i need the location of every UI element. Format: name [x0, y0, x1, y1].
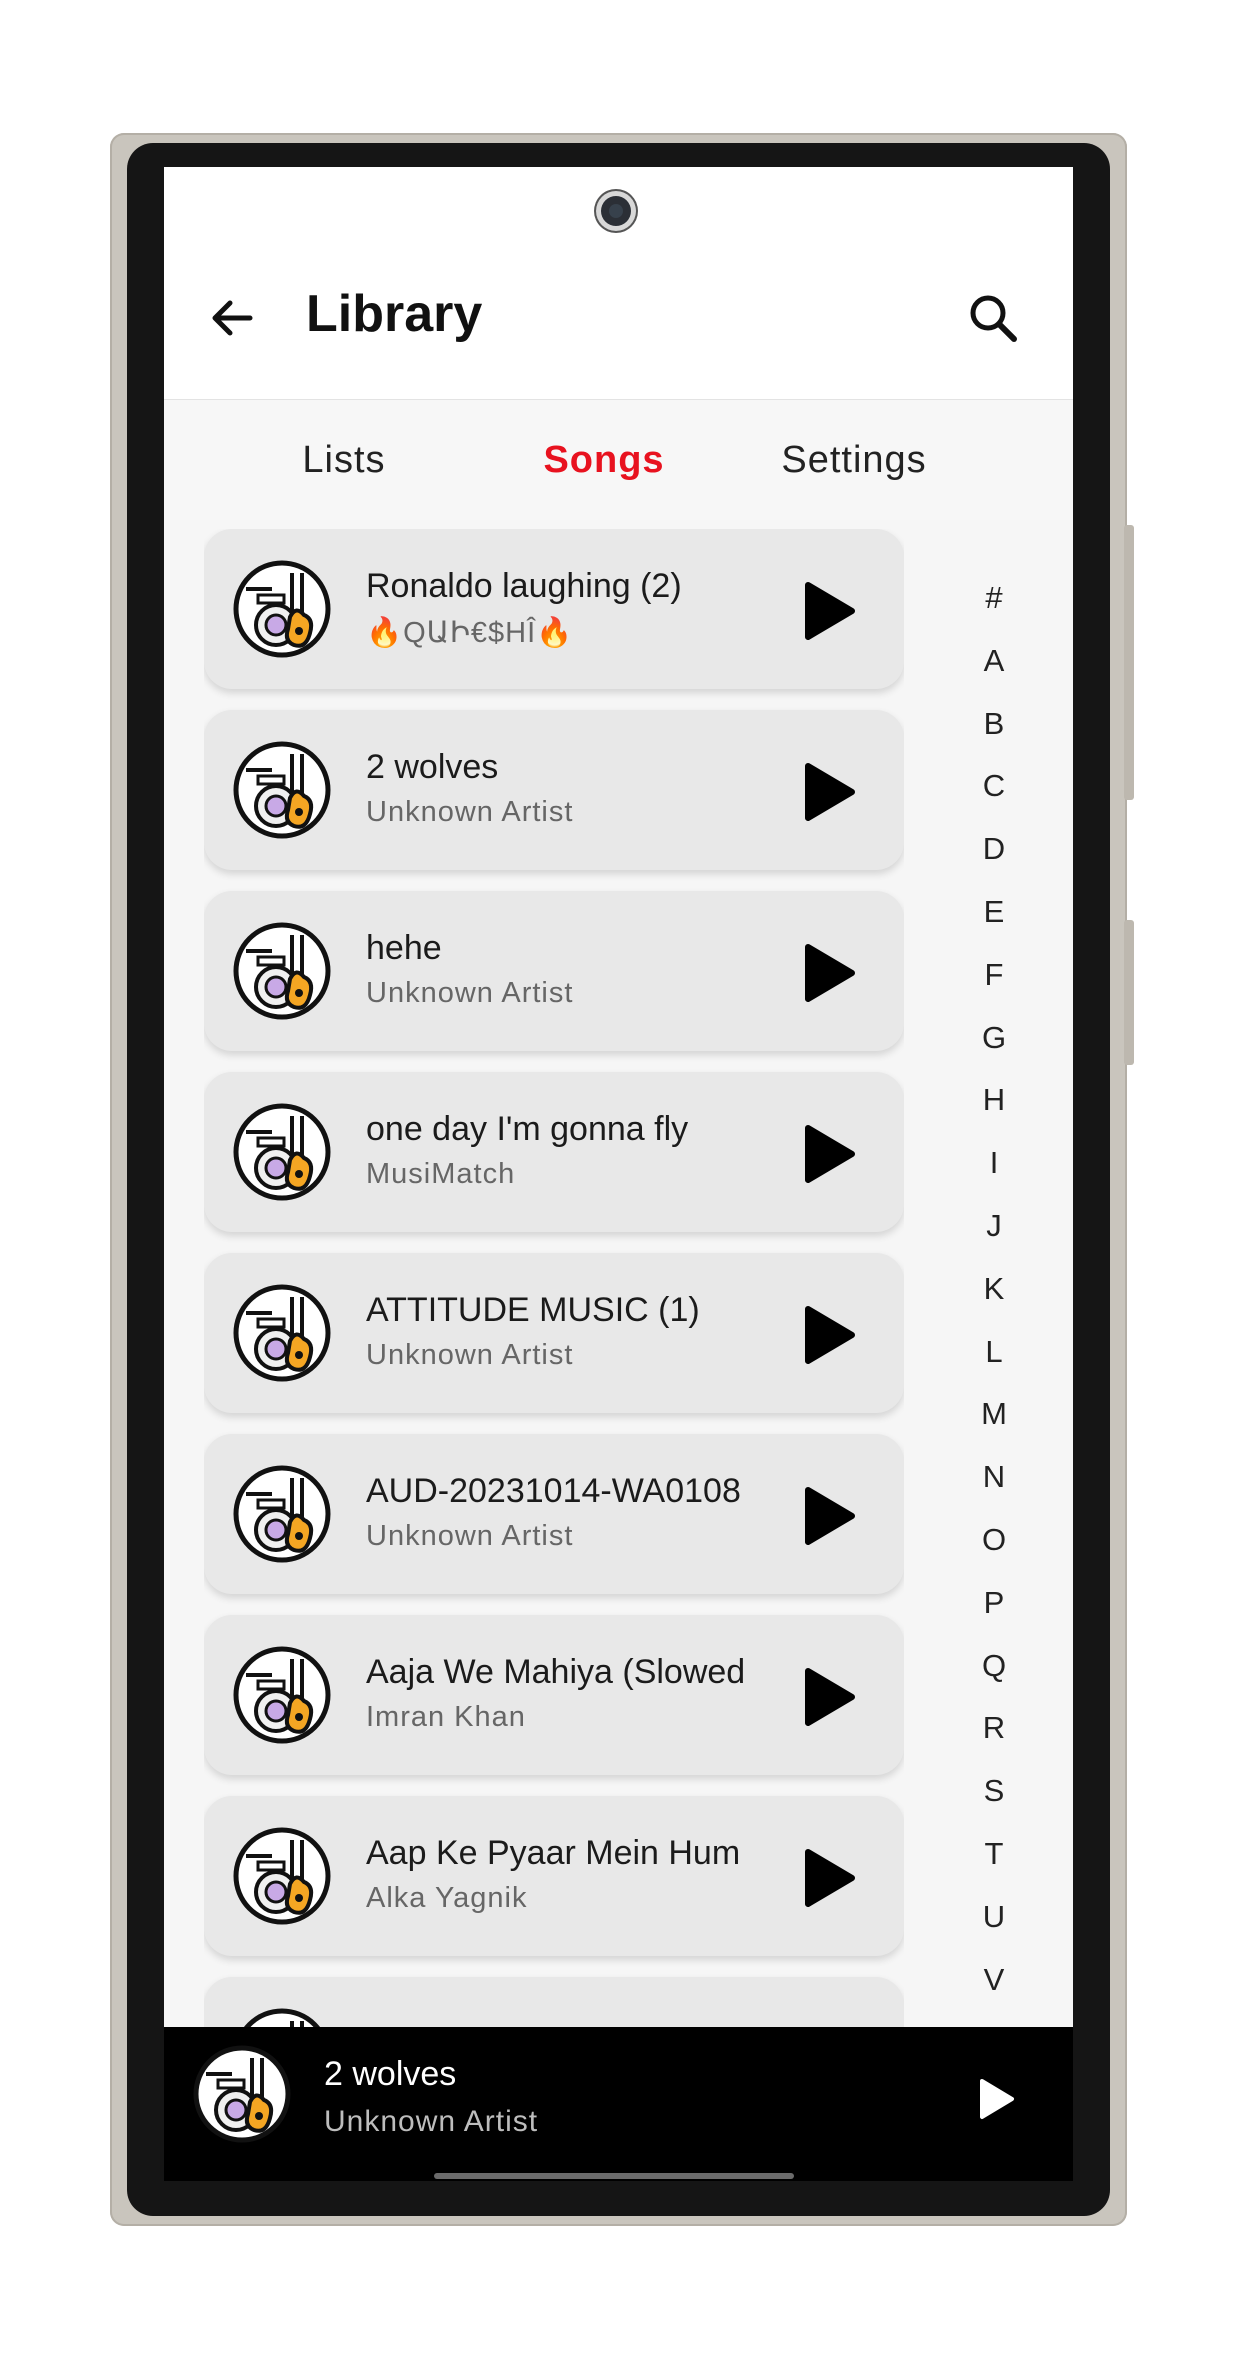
song-title: hehe — [366, 929, 442, 967]
song-title: Ronaldo laughing (2) — [366, 567, 682, 605]
alphabet-letter[interactable]: G — [964, 1007, 1024, 1070]
song-card[interactable]: AUD-20231014-WA0108 Unknown Artist — [204, 1434, 904, 1594]
screen: Library Lists Songs Settings Ronaldo lau… — [164, 167, 1073, 2181]
tab-settings[interactable]: Settings — [744, 400, 964, 520]
alphabet-letter[interactable]: # — [964, 567, 1024, 630]
alphabet-letter[interactable]: E — [964, 881, 1024, 944]
now-playing-artist: Unknown Artist — [324, 2105, 539, 2138]
alphabet-letter[interactable]: D — [964, 818, 1024, 881]
alphabet-index[interactable]: # A B C D E F G H I J K L M N O P Q R S T U V — [964, 567, 1024, 2011]
mini-player[interactable]: 2 wolves Unknown Artist — [164, 2027, 1073, 2181]
song-artist: MusiMatch — [366, 1158, 516, 1190]
alphabet-letter[interactable]: U — [964, 1886, 1024, 1949]
alphabet-letter[interactable]: S — [964, 1760, 1024, 1823]
alphabet-letter[interactable]: L — [964, 1321, 1024, 1384]
alphabet-letter[interactable]: F — [964, 944, 1024, 1007]
front-camera — [596, 191, 636, 231]
music-instruments-icon — [232, 1464, 332, 1564]
song-title: 2 wolves — [366, 748, 499, 786]
play-icon[interactable] — [800, 1665, 860, 1729]
song-card[interactable]: ATTITUDE MUSIC (1) Unknown Artist — [204, 1253, 904, 1413]
song-artist: Unknown Artist — [366, 1520, 574, 1552]
song-card[interactable]: hehe Unknown Artist — [204, 891, 904, 1051]
app-bar: Library — [164, 167, 1073, 400]
song-title: AUD-20231014-WA0108 — [366, 1472, 741, 1510]
song-artist: Imran Khan — [366, 1701, 526, 1733]
song-title: one day I'm gonna fly — [366, 1110, 689, 1148]
song-list[interactable]: Ronaldo laughing (2) 🔥QԱԻ€$HÎ🔥 2 wolves Unk… — [204, 529, 904, 2174]
music-instruments-icon — [232, 921, 332, 1021]
alphabet-letter[interactable]: K — [964, 1258, 1024, 1321]
alphabet-letter[interactable]: M — [964, 1383, 1024, 1446]
search-icon[interactable] — [966, 291, 1020, 345]
play-icon[interactable] — [800, 1122, 860, 1186]
play-icon[interactable] — [800, 579, 860, 643]
play-icon[interactable] — [800, 760, 860, 824]
page-title: Library — [306, 285, 483, 343]
volume-button — [1124, 525, 1134, 800]
power-button — [1124, 920, 1134, 1065]
tab-songs[interactable]: Songs — [504, 400, 704, 520]
alphabet-letter[interactable]: P — [964, 1572, 1024, 1635]
alphabet-letter[interactable]: A — [964, 630, 1024, 693]
song-title: Aaja We Mahiya (Slowed — [366, 1653, 746, 1691]
song-card[interactable]: one day I'm gonna fly MusiMatch — [204, 1072, 904, 1232]
home-indicator — [434, 2173, 794, 2179]
play-icon[interactable] — [800, 1484, 860, 1548]
alphabet-letter[interactable]: T — [964, 1823, 1024, 1886]
music-instruments-icon — [232, 740, 332, 840]
song-artist: Alka Yagnik — [366, 1882, 528, 1914]
song-card[interactable]: Ronaldo laughing (2) 🔥QԱԻ€$HÎ🔥 — [204, 529, 904, 689]
tab-bar: Lists Songs Settings — [164, 400, 1073, 520]
play-icon[interactable] — [800, 941, 860, 1005]
song-artist: Unknown Artist — [366, 977, 574, 1009]
alphabet-letter[interactable]: I — [964, 1132, 1024, 1195]
alphabet-letter[interactable]: B — [964, 693, 1024, 756]
alphabet-letter[interactable]: Q — [964, 1635, 1024, 1698]
song-artist: Unknown Artist — [366, 796, 574, 828]
alphabet-letter[interactable]: V — [964, 1949, 1024, 2012]
music-instruments-icon — [232, 1102, 332, 1202]
now-playing-title: 2 wolves — [324, 2055, 457, 2093]
music-instruments-icon — [192, 2044, 292, 2144]
play-icon[interactable] — [800, 1846, 860, 1910]
song-card[interactable]: Aap Ke Pyaar Mein Hum Alka Yagnik — [204, 1796, 904, 1956]
alphabet-letter[interactable]: N — [964, 1446, 1024, 1509]
alphabet-letter[interactable]: C — [964, 755, 1024, 818]
song-artist: 🔥QԱԻ€$HÎ🔥 — [366, 617, 574, 649]
tab-lists[interactable]: Lists — [264, 400, 424, 520]
music-instruments-icon — [232, 1283, 332, 1383]
song-title: Aap Ke Pyaar Mein Hum — [366, 1834, 741, 1872]
song-card[interactable]: 2 wolves Unknown Artist — [204, 710, 904, 870]
song-artist: Unknown Artist — [366, 1339, 574, 1371]
alphabet-letter[interactable]: R — [964, 1697, 1024, 1760]
alphabet-letter[interactable]: O — [964, 1509, 1024, 1572]
play-icon[interactable] — [800, 1303, 860, 1367]
song-card[interactable]: Aaja We Mahiya (Slowed Imran Khan — [204, 1615, 904, 1775]
music-instruments-icon — [232, 1826, 332, 1926]
song-title: ATTITUDE MUSIC (1) — [366, 1291, 700, 1329]
alphabet-letter[interactable]: H — [964, 1069, 1024, 1132]
play-icon[interactable] — [976, 2077, 1016, 2121]
alphabet-letter[interactable]: J — [964, 1195, 1024, 1258]
arrow-left-icon[interactable] — [206, 292, 258, 344]
music-instruments-icon — [232, 1645, 332, 1745]
music-instruments-icon — [232, 559, 332, 659]
